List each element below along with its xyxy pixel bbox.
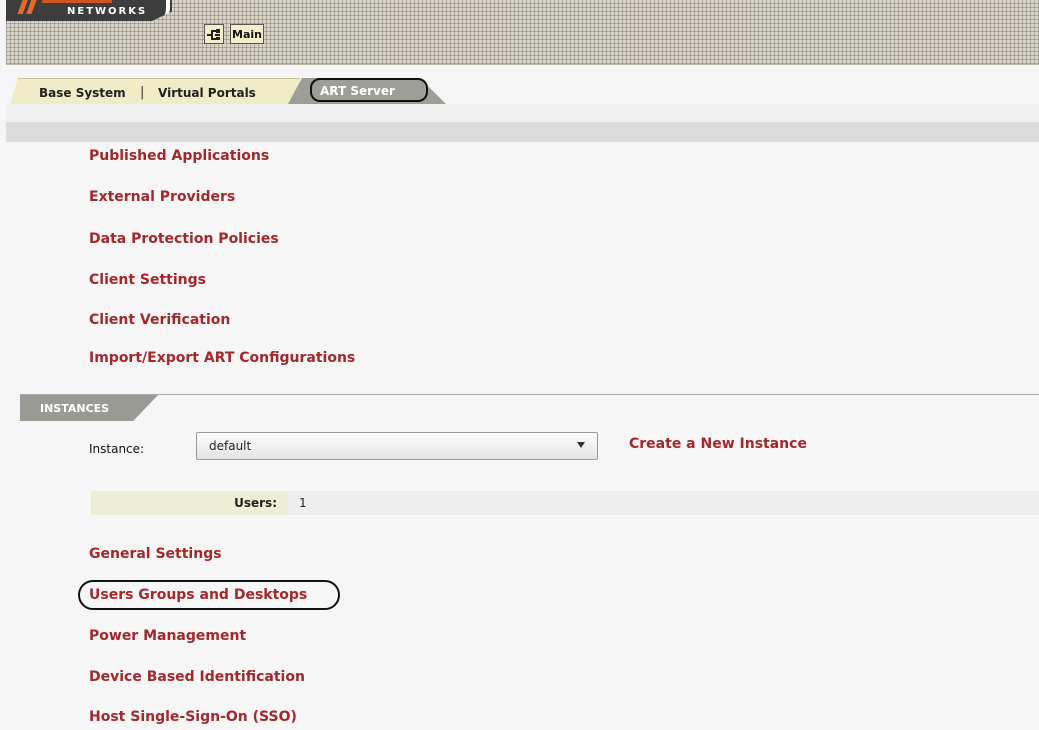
link-general-settings[interactable]: General Settings	[89, 546, 222, 562]
tab-bar: Base System | Virtual Portals ART Server	[6, 78, 1039, 106]
networks-logo: NETWORKS	[6, 0, 172, 21]
link-client-settings[interactable]: Client Settings	[89, 272, 206, 288]
chevron-down-icon[interactable]	[577, 442, 585, 448]
instances-section-header: INSTANCES	[20, 395, 158, 421]
logo-accent-bar	[42, 0, 112, 3]
tab-underbar	[6, 104, 1039, 122]
link-client-verification[interactable]: Client Verification	[89, 312, 230, 328]
tab-virtual-portals[interactable]: Virtual Portals	[158, 86, 256, 100]
app-header: NETWORKS Main	[6, 0, 1039, 65]
section-divider	[20, 394, 1039, 395]
tab-separator: |	[140, 85, 145, 100]
main-button[interactable]: Main	[230, 24, 264, 44]
link-highlight-ring	[78, 580, 340, 610]
users-count: 1	[299, 496, 307, 510]
link-published-applications[interactable]: Published Applications	[89, 148, 269, 164]
create-new-instance-link[interactable]: Create a New Instance	[629, 436, 807, 452]
tab-base-system[interactable]: Base System	[39, 86, 126, 100]
link-power-management[interactable]: Power Management	[89, 628, 246, 644]
users-label: Users:	[234, 496, 277, 510]
logo-slash-mark	[12, 0, 42, 14]
link-data-protection-policies[interactable]: Data Protection Policies	[89, 231, 279, 247]
instance-select[interactable]: default	[196, 432, 598, 460]
tab-highlight-ring	[310, 78, 428, 102]
logo-swoosh	[152, 0, 170, 20]
content-header-strip	[6, 122, 1039, 142]
link-device-based-identification[interactable]: Device Based Identification	[89, 669, 305, 685]
link-host-single-sign-on[interactable]: Host Single-Sign-On (SSO)	[89, 709, 297, 725]
logo-text: NETWORKS	[67, 6, 148, 17]
link-import-export-art-configurations[interactable]: Import/Export ART Configurations	[89, 350, 355, 366]
users-label-cell: Users:	[91, 491, 287, 515]
instance-label: Instance:	[89, 442, 145, 456]
instance-select-value: default	[209, 439, 252, 453]
network-topology-icon	[207, 28, 221, 40]
network-view-button[interactable]	[204, 24, 224, 44]
link-external-providers[interactable]: External Providers	[89, 189, 235, 205]
instances-section-title: INSTANCES	[40, 402, 110, 415]
users-row: Users: 1	[91, 491, 1039, 515]
